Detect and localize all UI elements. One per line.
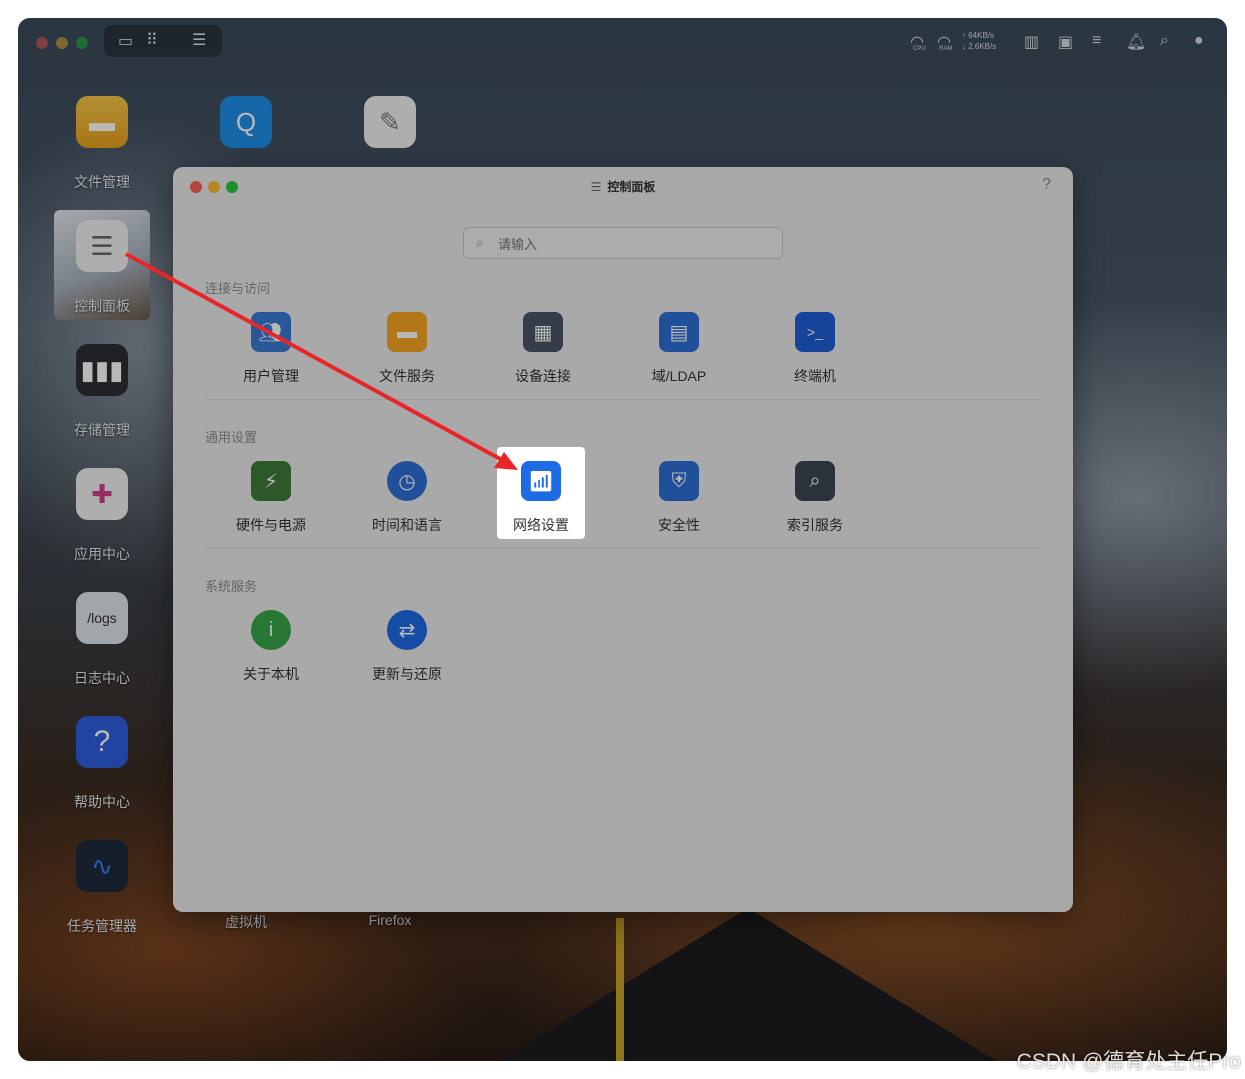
arrow-line <box>125 252 503 462</box>
desktop-screen: ▭ ⠿ ☰ ◠ CPU ◠ RAM ↑ 64KB/s ↓ 2.6KB/s ▥ ▣… <box>18 18 1227 1061</box>
annotation-arrow <box>125 252 518 470</box>
watermark: CSDN @德育处主任Pro <box>1016 1050 1241 1073</box>
arrow-head <box>494 452 518 470</box>
